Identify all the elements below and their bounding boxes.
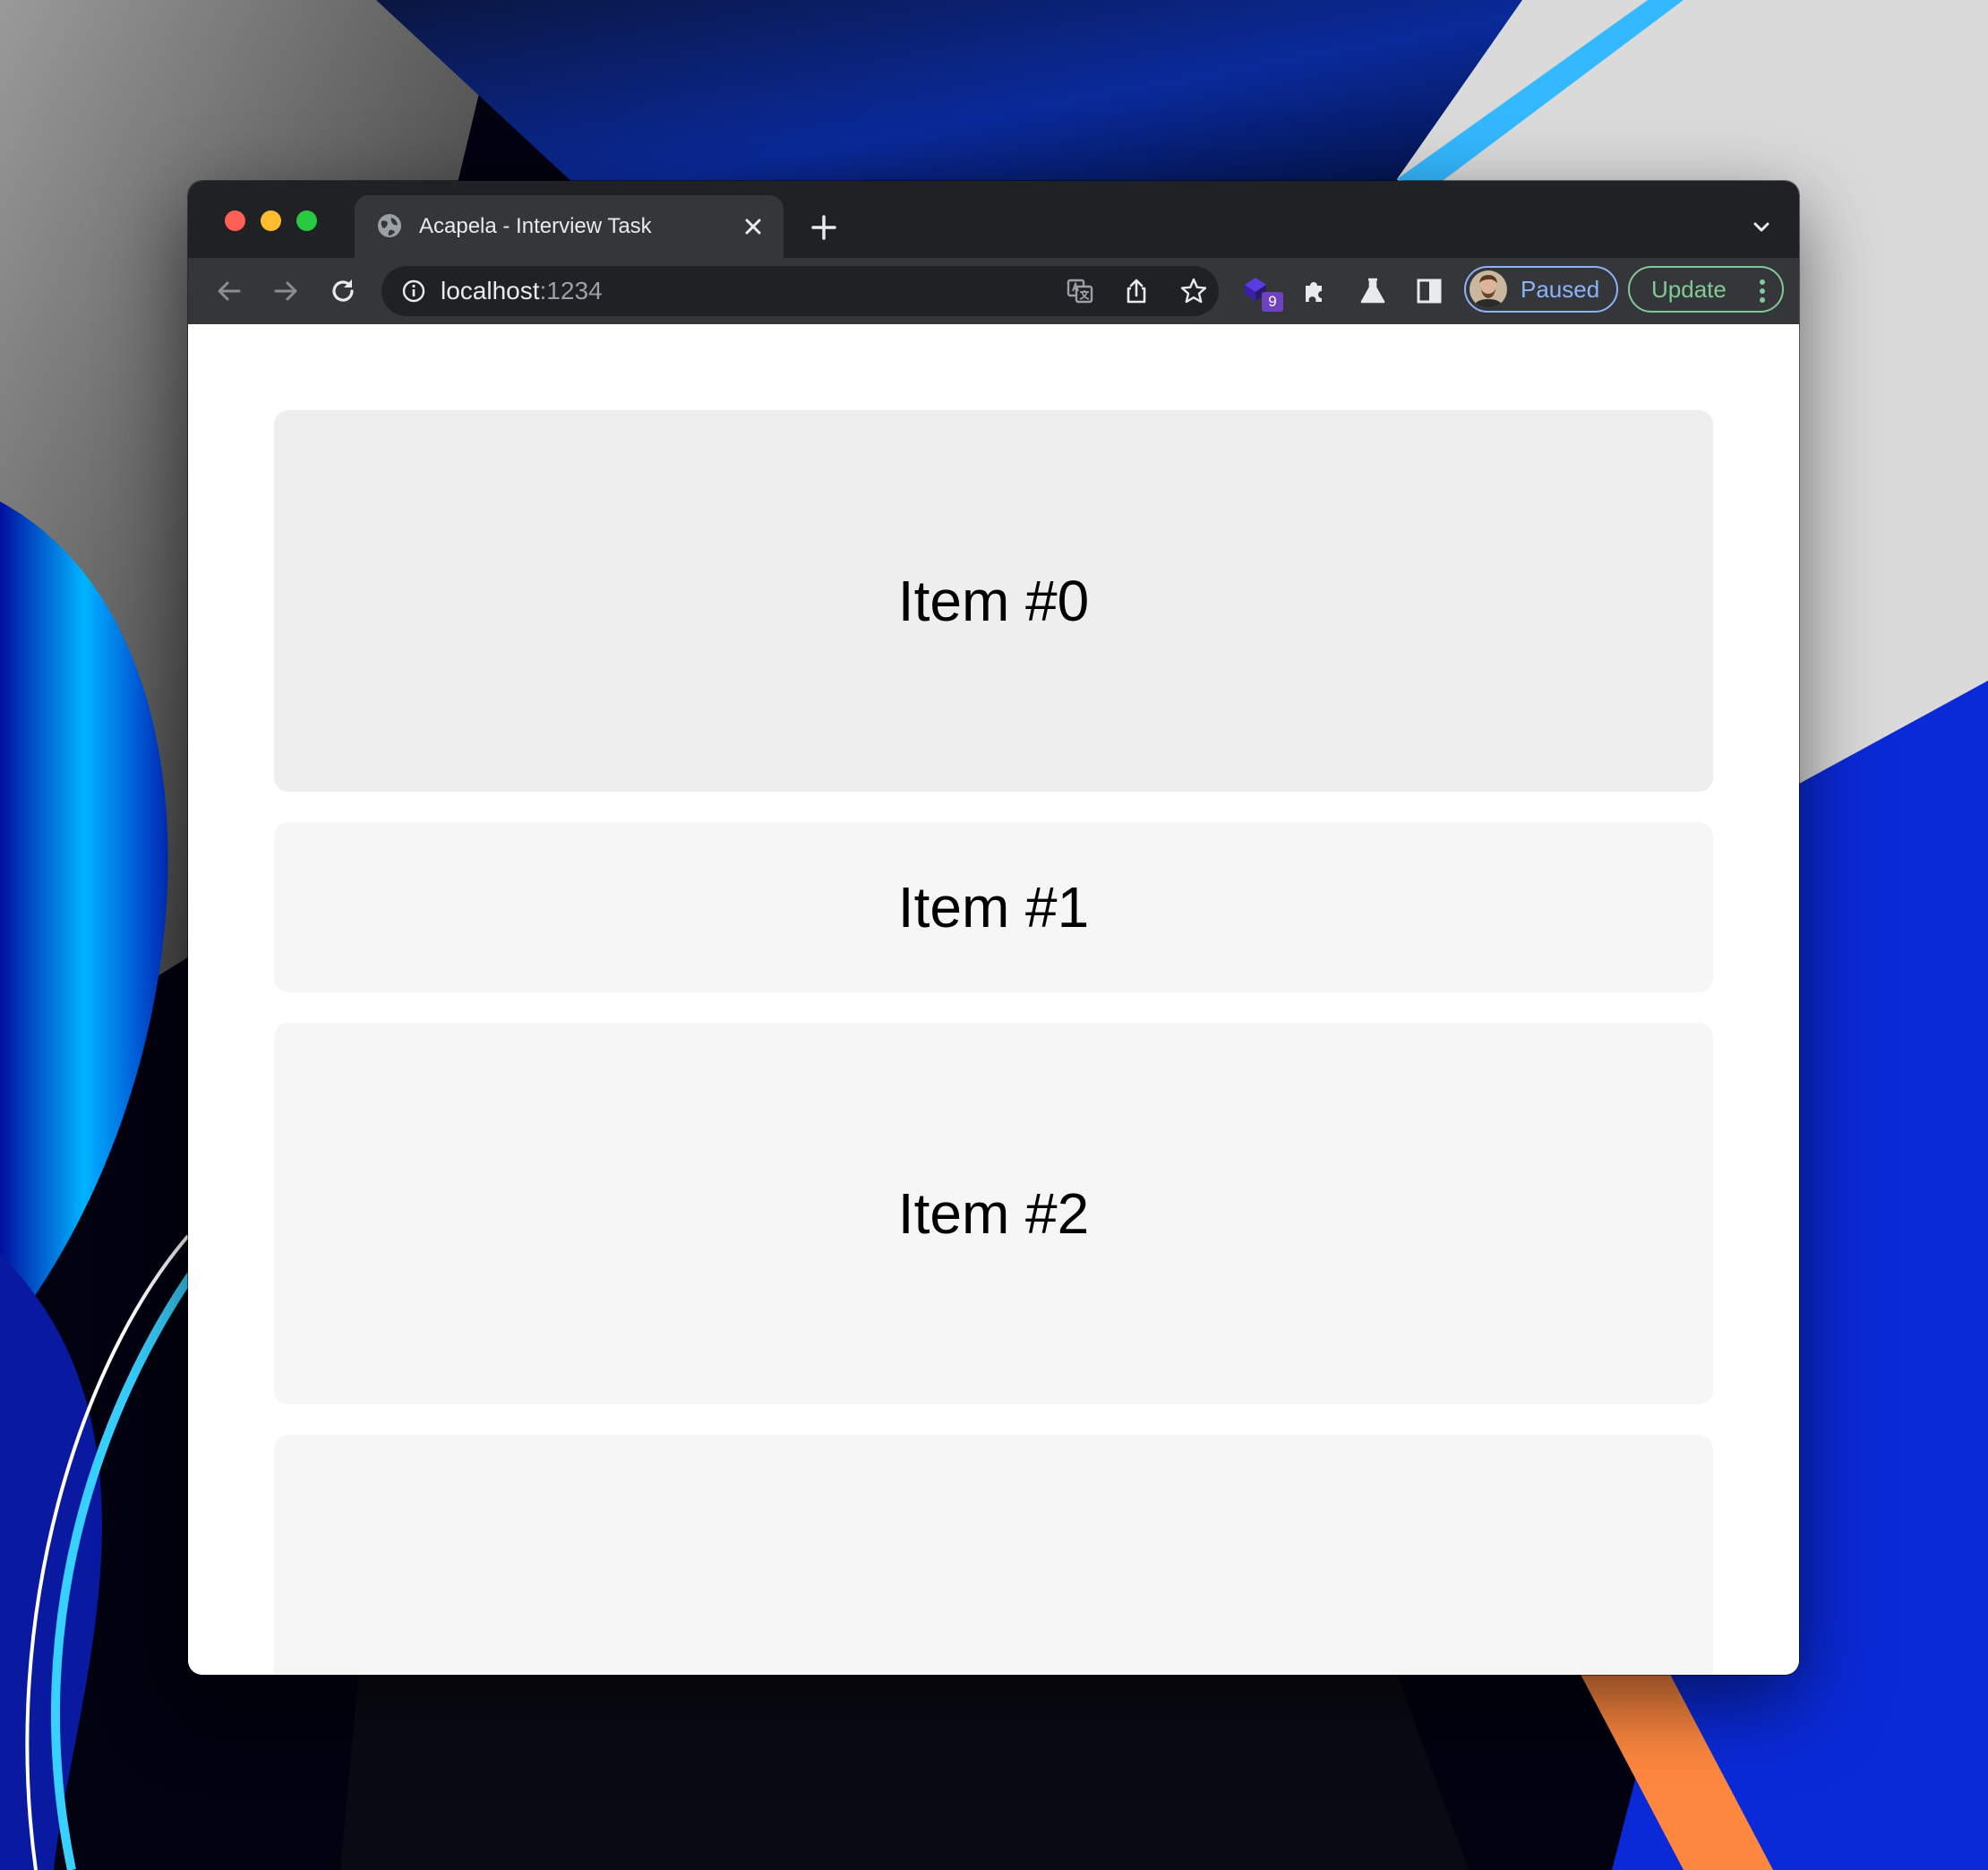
arrow-left-icon[interactable] [214, 276, 244, 306]
window-zoom-button[interactable] [296, 210, 317, 231]
tab-active[interactable]: Acapela - Interview Task [355, 195, 784, 258]
share-icon[interactable] [1122, 277, 1151, 305]
profile-button[interactable]: Paused [1464, 266, 1618, 313]
url-port: :1234 [539, 277, 603, 305]
browser-toolbar: localhost:1234 9 Paused Update [188, 258, 1799, 324]
close-icon[interactable] [741, 214, 766, 239]
tab-title: Acapela - Interview Task [419, 214, 652, 238]
vertical-dots-icon[interactable] [1759, 279, 1766, 304]
plus-icon[interactable] [809, 212, 839, 243]
list-item-label: Item #0 [897, 569, 1090, 633]
globe-icon [378, 214, 401, 237]
list-item-label: Item #1 [897, 875, 1090, 939]
profile-status: Paused [1521, 276, 1600, 303]
puzzle-icon[interactable] [1299, 276, 1330, 306]
update-label: Update [1651, 276, 1727, 303]
list-item[interactable]: Item #2 [274, 1023, 1713, 1404]
translate-icon[interactable] [1066, 277, 1094, 305]
side-panel-icon[interactable] [1414, 276, 1444, 306]
avatar [1470, 270, 1507, 308]
arrow-right-icon[interactable] [270, 276, 301, 306]
tab-strip: Acapela - Interview Task [188, 181, 1799, 258]
window-minimize-button[interactable] [261, 210, 281, 231]
list-item[interactable]: Item #0 [274, 410, 1713, 792]
info-icon[interactable] [401, 279, 426, 304]
browser-window: Acapela - Interview Task localhost:1234 … [188, 181, 1799, 1675]
flask-icon[interactable] [1358, 276, 1388, 306]
url-text: localhost:1234 [441, 277, 603, 305]
extension-badge: 9 [1262, 292, 1283, 312]
chevron-down-icon[interactable] [1751, 217, 1772, 238]
reload-icon[interactable] [328, 276, 358, 306]
url-host: localhost [441, 277, 540, 305]
update-button[interactable]: Update [1628, 266, 1784, 313]
star-icon[interactable] [1179, 277, 1208, 305]
address-bar[interactable]: localhost:1234 [381, 266, 1219, 316]
window-close-button[interactable] [225, 210, 245, 231]
list-item[interactable]: Item #1 [274, 822, 1713, 992]
list-item[interactable] [274, 1435, 1713, 1675]
list-item-label: Item #2 [897, 1181, 1090, 1246]
page-content: Item #0 Item #1 Item #2 [188, 324, 1799, 1675]
